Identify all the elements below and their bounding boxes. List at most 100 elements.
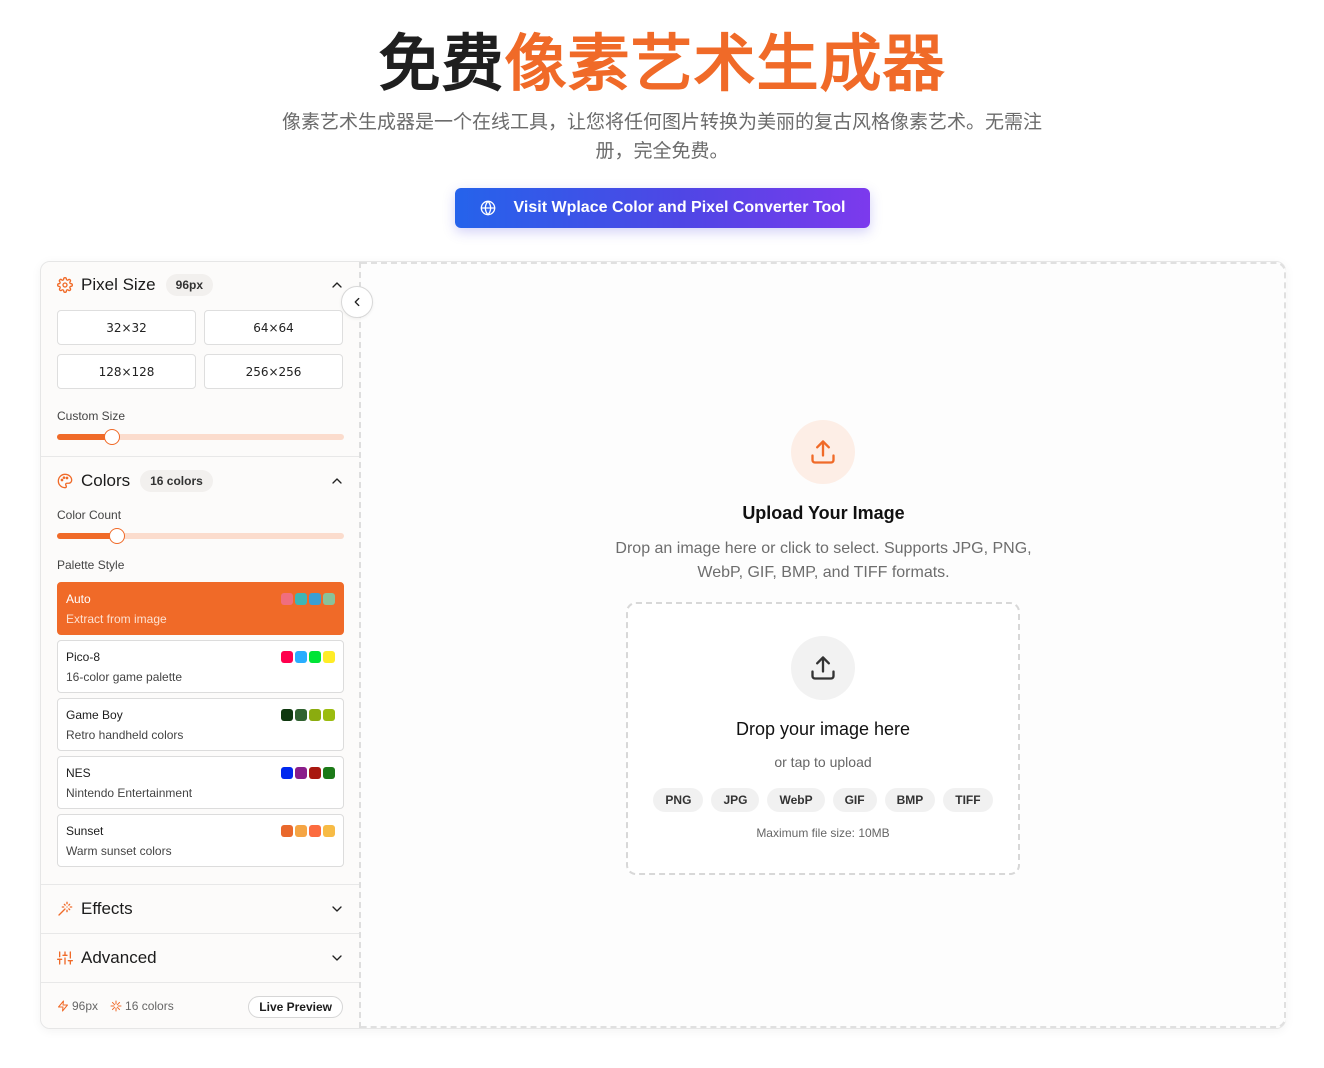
pixel-size-badge: 96px bbox=[165, 274, 213, 296]
palette-option-sunset[interactable]: Sunset Warm sunset colors bbox=[57, 814, 344, 867]
divider bbox=[41, 884, 359, 885]
globe-icon bbox=[480, 200, 496, 216]
palette-swatches bbox=[281, 709, 335, 721]
color-swatch bbox=[295, 767, 307, 779]
palette-name: Game Boy bbox=[66, 708, 123, 722]
gear-icon bbox=[57, 277, 73, 293]
sidebar-footer: 96px 16 colors Live Preview bbox=[41, 984, 359, 1028]
effects-header[interactable]: Effects bbox=[57, 895, 345, 923]
slider-thumb[interactable] bbox=[109, 528, 126, 544]
chevron-down-icon[interactable] bbox=[329, 950, 345, 966]
palette-description: Nintendo Entertainment bbox=[66, 786, 193, 800]
live-preview-button[interactable]: Live Preview bbox=[248, 996, 343, 1018]
color-swatch bbox=[295, 651, 307, 663]
color-swatch bbox=[323, 651, 335, 663]
palette-description: 16-color game palette bbox=[66, 670, 183, 684]
dropzone-icon-circle bbox=[791, 636, 855, 700]
format-badge: TIFF bbox=[943, 788, 993, 812]
color-swatch bbox=[323, 767, 335, 779]
size-preset-32[interactable]: 32×32 bbox=[57, 310, 196, 345]
slider-thumb[interactable] bbox=[103, 429, 120, 445]
palette-option-pico-8[interactable]: Pico-8 16-color game palette bbox=[57, 640, 344, 693]
palette-description: Retro handheld colors bbox=[66, 728, 184, 742]
sparkle-icon bbox=[110, 1000, 122, 1012]
palette-option-nes[interactable]: NES Nintendo Entertainment bbox=[57, 756, 344, 809]
upload-area[interactable]: Upload Your Image Drop an image here or … bbox=[361, 262, 1286, 1028]
color-swatch bbox=[281, 593, 293, 605]
format-badge: GIF bbox=[832, 788, 877, 812]
palette-swatches bbox=[281, 825, 335, 837]
custom-size-label: Custom Size bbox=[57, 409, 126, 423]
divider bbox=[41, 456, 359, 457]
pixel-size-header[interactable]: Pixel Size 96px bbox=[57, 271, 345, 299]
color-swatch bbox=[295, 593, 307, 605]
collapse-sidebar-button[interactable] bbox=[341, 286, 373, 318]
colors-header[interactable]: Colors 16 colors bbox=[57, 467, 345, 495]
color-swatch bbox=[323, 709, 335, 721]
divider bbox=[41, 982, 359, 983]
palette-swatches bbox=[281, 767, 335, 779]
format-list: PNG JPG WebP GIF BMP TIFF bbox=[628, 788, 1018, 812]
format-badge: JPG bbox=[711, 788, 760, 812]
dropzone-subtitle: or tap to upload bbox=[774, 754, 872, 770]
palette-swatches bbox=[281, 651, 335, 663]
format-badge: WebP bbox=[767, 788, 825, 812]
upload-icon-circle bbox=[791, 420, 855, 484]
zap-icon bbox=[57, 1000, 69, 1012]
page-title: 免费像素艺术生成器 bbox=[0, 26, 1324, 102]
upload-description: Drop an image here or click to select. S… bbox=[615, 540, 1032, 581]
chevron-left-icon bbox=[350, 295, 364, 309]
palette-description: Extract from image bbox=[66, 612, 167, 626]
upload-icon bbox=[809, 438, 837, 466]
color-swatch bbox=[309, 593, 321, 605]
size-preset-128[interactable]: 128×128 bbox=[57, 354, 196, 389]
footer-size: 96px bbox=[57, 999, 98, 1013]
divider bbox=[41, 933, 359, 934]
custom-size-slider[interactable] bbox=[57, 429, 344, 445]
app-container: Pixel Size 96px 32×32 64×64 128×128 256×… bbox=[40, 261, 1286, 1029]
format-badge: BMP bbox=[884, 788, 936, 812]
sliders-icon bbox=[57, 950, 73, 966]
settings-sidebar: Pixel Size 96px 32×32 64×64 128×128 256×… bbox=[41, 262, 373, 1028]
color-swatch bbox=[281, 651, 293, 663]
upload-icon bbox=[809, 654, 837, 682]
page-subtitle: 像素艺术生成器是一个在线工具，让您将任何图片转换为美丽的复古风格像素艺术。无需注… bbox=[281, 111, 1042, 162]
pixel-size-title: Pixel Size bbox=[81, 275, 156, 294]
palette-description: Warm sunset colors bbox=[66, 844, 172, 858]
color-swatch bbox=[281, 767, 293, 779]
palette-name: Sunset bbox=[66, 824, 104, 838]
color-swatch bbox=[295, 825, 307, 837]
size-preset-256[interactable]: 256×256 bbox=[204, 354, 343, 389]
chevron-down-icon[interactable] bbox=[329, 901, 345, 917]
palette-style-label: Palette Style bbox=[57, 558, 125, 572]
format-badge: PNG bbox=[653, 788, 704, 812]
page-title-accent: 像素艺术生成器 bbox=[504, 27, 946, 100]
color-count-label: Color Count bbox=[57, 508, 122, 522]
footer-colors: 16 colors bbox=[110, 999, 174, 1013]
advanced-header[interactable]: Advanced bbox=[57, 944, 345, 972]
color-swatch bbox=[309, 825, 321, 837]
visit-wplace-button[interactable]: Visit Wplace Color and Pixel Converter T… bbox=[455, 188, 870, 228]
size-preset-64[interactable]: 64×64 bbox=[204, 310, 343, 345]
palette-icon bbox=[57, 473, 73, 489]
dropzone[interactable]: Drop your image here or tap to upload PN… bbox=[626, 602, 1020, 875]
color-swatch bbox=[309, 651, 321, 663]
magic-wand-icon bbox=[57, 901, 73, 917]
color-count-slider[interactable] bbox=[57, 528, 344, 544]
page-title-plain: 免费 bbox=[378, 27, 505, 100]
palette-name: Auto bbox=[66, 592, 91, 606]
visit-wplace-label: Visit Wplace Color and Pixel Converter T… bbox=[513, 199, 846, 216]
advanced-title: Advanced bbox=[81, 948, 157, 967]
chevron-up-icon[interactable] bbox=[329, 277, 345, 293]
footer-colors-text: 16 colors bbox=[125, 999, 174, 1013]
palette-swatches bbox=[281, 593, 335, 605]
color-swatch bbox=[323, 825, 335, 837]
footer-size-text: 96px bbox=[72, 999, 99, 1013]
palette-option-auto[interactable]: Auto Extract from image bbox=[57, 582, 344, 635]
palette-name: NES bbox=[66, 766, 91, 780]
color-swatch bbox=[309, 709, 321, 721]
chevron-up-icon[interactable] bbox=[329, 473, 345, 489]
palette-option-game-boy[interactable]: Game Boy Retro handheld colors bbox=[57, 698, 344, 751]
color-swatch bbox=[295, 709, 307, 721]
color-swatch bbox=[281, 709, 293, 721]
